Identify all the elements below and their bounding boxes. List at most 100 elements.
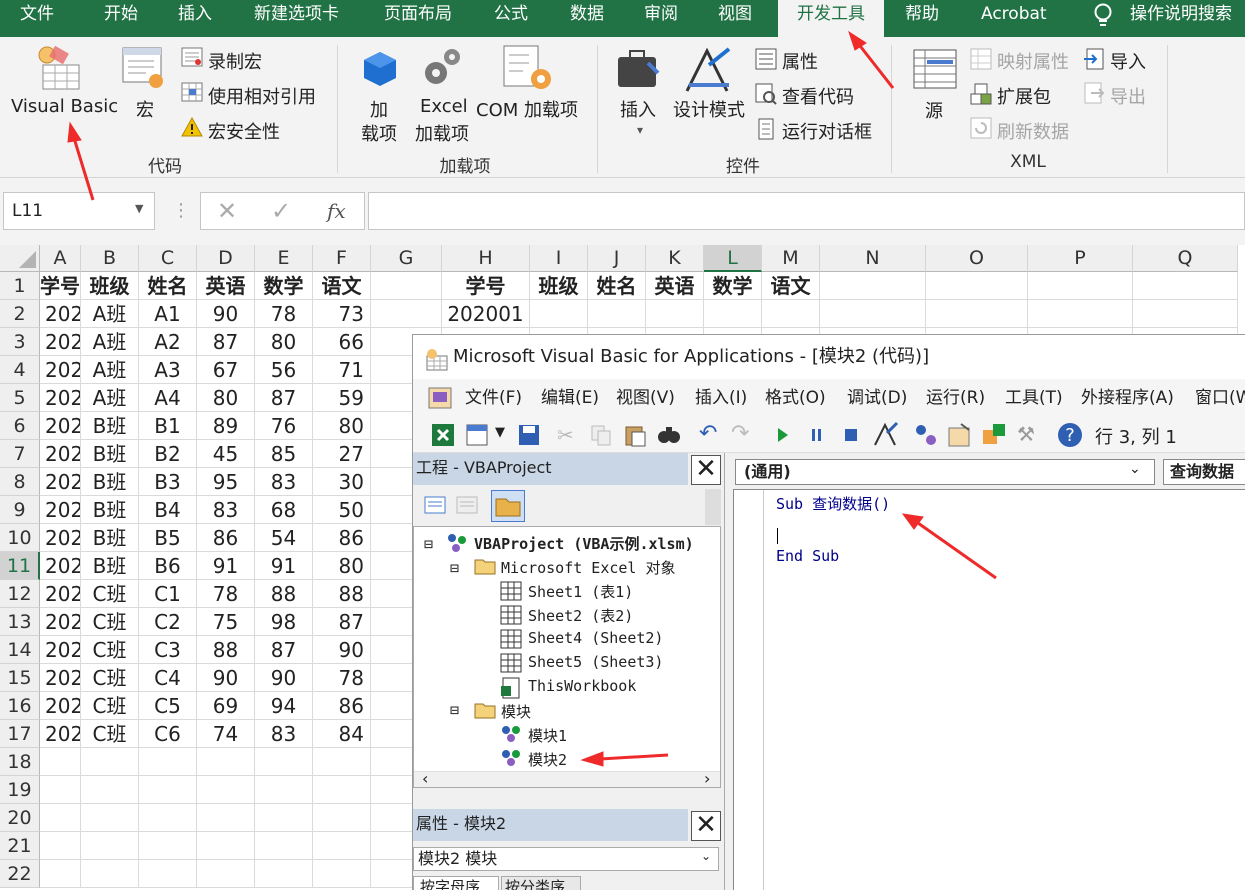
data-cell[interactable]: 66 [313,328,371,356]
data-cell[interactable]: 86 [313,524,371,552]
data-cell[interactable]: 50 [313,496,371,524]
grid-cell[interactable] [139,804,197,832]
data-cell[interactable]: 90 [197,664,255,692]
data-cell[interactable]: 202005 [40,412,81,440]
data-cell[interactable]: 202010 [40,552,81,580]
data-cell[interactable]: 87 [255,384,313,412]
properties-object-combo[interactable]: 模块2 模块 [413,847,719,871]
tree-sheet[interactable]: Sheet2 (表2) [528,605,633,626]
data-cell[interactable]: C1 [139,580,197,608]
data-cell[interactable]: A1 [139,300,197,328]
run-dialog-button[interactable]: 运行对话框 [782,118,872,144]
grid-cell[interactable] [926,300,1028,328]
object-combo[interactable]: (通用) [735,459,1155,485]
map-properties-button[interactable]: 映射属性 [997,48,1069,74]
grid-cell[interactable] [197,776,255,804]
data-cell[interactable]: 202016 [40,720,81,748]
chevron-down-icon[interactable]: ⌄ [701,849,711,863]
grid-cell[interactable] [40,832,81,860]
toolbox-icon[interactable]: ⚒ [1017,422,1035,446]
data-cell[interactable]: 202014 [40,664,81,692]
header-cell[interactable]: 数学 [704,272,762,300]
grid-cell[interactable] [588,300,646,328]
data-cell[interactable]: C6 [139,720,197,748]
column-header[interactable]: M [762,245,820,272]
data-cell[interactable]: 202001 [40,300,81,328]
insert-control-button[interactable]: 插入 [620,96,656,122]
data-cell[interactable]: 84 [313,720,371,748]
row-header[interactable]: 7 [0,440,40,468]
data-cell[interactable]: B6 [139,552,197,580]
column-header[interactable]: K [646,245,704,272]
macro-security-button[interactable]: 宏安全性 [208,118,280,144]
design-mode-button[interactable]: 设计模式 [673,96,745,122]
view-object-icon[interactable] [455,493,479,521]
tab-insert[interactable]: 插入 [178,0,212,37]
vertical-scrollbar[interactable] [705,489,721,525]
grid-cell[interactable] [530,300,588,328]
data-cell[interactable]: 68 [255,496,313,524]
paste-icon[interactable] [623,423,647,451]
data-cell[interactable]: 88 [197,636,255,664]
code-line[interactable]: End Sub [776,547,839,565]
data-cell[interactable]: 202009 [40,524,81,552]
expansion-pack-button[interactable]: 扩展包 [997,83,1051,109]
visual-basic-button[interactable]: Visual Basic [11,96,118,117]
grid-cell[interactable] [704,300,762,328]
data-cell[interactable]: 67 [197,356,255,384]
chevron-down-icon[interactable]: ▼ [135,202,143,215]
grid-cell[interactable] [313,776,371,804]
cut-icon[interactable]: ✂ [557,423,574,447]
grid-cell[interactable] [313,804,371,832]
data-cell[interactable]: 90 [255,664,313,692]
data-cell[interactable]: 98 [255,608,313,636]
relative-reference-button[interactable]: 使用相对引用 [208,83,316,109]
data-cell[interactable]: C5 [139,692,197,720]
grid-cell[interactable] [139,860,197,888]
header-cell[interactable]: 班级 [81,272,139,300]
dropdown-arrow-icon[interactable]: ▼ [495,425,505,440]
grid-cell[interactable] [313,860,371,888]
data-cell[interactable]: 88 [255,580,313,608]
excel-view-icon[interactable] [427,386,453,415]
data-cell[interactable]: 80 [313,412,371,440]
data-cell[interactable]: A3 [139,356,197,384]
break-icon[interactable] [809,425,825,449]
tree-excel-objects[interactable]: Microsoft Excel 对象 [501,557,676,578]
grid-cell[interactable] [255,804,313,832]
data-cell[interactable]: B5 [139,524,197,552]
data-cell[interactable]: 91 [255,552,313,580]
data-cell[interactable]: 30 [313,468,371,496]
data-cell[interactable]: 27 [313,440,371,468]
grid-cell[interactable] [1133,272,1238,300]
grid-cell[interactable] [762,300,820,328]
margin-indicator-bar[interactable] [734,490,764,890]
column-header[interactable]: N [820,245,926,272]
row-header[interactable]: 15 [0,664,40,692]
row-header[interactable]: 14 [0,636,40,664]
data-cell[interactable]: 85 [255,440,313,468]
tab-data[interactable]: 数据 [570,0,604,37]
close-icon[interactable]: ✕ [691,455,721,485]
data-cell[interactable]: 86 [197,524,255,552]
run-icon[interactable] [775,425,791,449]
data-cell[interactable]: 202006 [40,440,81,468]
com-addins-button[interactable]: COM 加载项 [476,96,578,122]
data-cell[interactable]: 56 [255,356,313,384]
data-cell[interactable]: 87 [255,636,313,664]
grid-cell[interactable] [255,776,313,804]
view-code-icon[interactable] [423,493,447,521]
data-cell[interactable]: 90 [197,300,255,328]
tree-sheet[interactable]: Sheet4 (Sheet2) [528,629,663,647]
vba-menu-view[interactable]: 视图(V) [616,379,675,417]
grid-cell[interactable] [1028,300,1133,328]
row-header[interactable]: 16 [0,692,40,720]
column-header[interactable]: G [371,245,442,272]
tab-review[interactable]: 审阅 [644,0,678,37]
grid-cell[interactable] [926,272,1028,300]
header-cell[interactable]: 英语 [646,272,704,300]
data-cell[interactable]: 202012 [40,608,81,636]
excel-addins-button[interactable]: Excel [420,96,468,117]
tree-collapse-icon[interactable]: ⊟ [424,535,433,553]
tab-view[interactable]: 视图 [718,0,752,37]
